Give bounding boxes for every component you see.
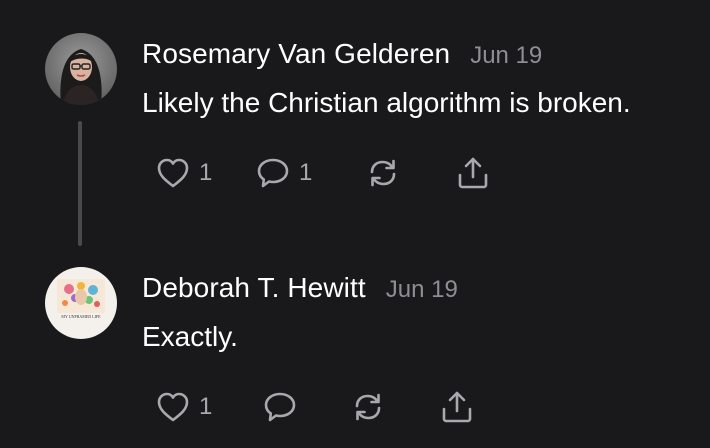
restack-button[interactable] (350, 388, 386, 426)
comment-date[interactable]: Jun 19 (470, 42, 542, 70)
comment-header: Rosemary Van Gelderen Jun 19 (142, 38, 542, 70)
share-button[interactable] (439, 388, 475, 426)
comment-header: Deborah T. Hewitt Jun 19 (142, 272, 458, 304)
restack-arrows-icon (370, 159, 396, 187)
like-count: 1 (199, 393, 213, 420)
share-upload-icon (458, 157, 488, 189)
user-photo-avatar-icon (45, 33, 117, 105)
comment-bubble-icon (264, 392, 296, 422)
heart-icon (157, 392, 189, 422)
comment-thread: Rosemary Van Gelderen Jun 19 Likely the … (0, 0, 710, 448)
like-button[interactable]: 1 (155, 154, 212, 192)
comment-body: Exactly. (142, 321, 238, 352)
thread-connector (78, 121, 82, 246)
like-button[interactable]: 1 (155, 388, 212, 426)
book-cover-avatar-icon: MY UNFRAMED LIFE (45, 267, 117, 339)
heart-icon (157, 158, 189, 188)
share-button[interactable] (455, 154, 491, 192)
reply-count: 1 (299, 159, 313, 186)
like-count: 1 (199, 159, 213, 186)
author-name[interactable]: Rosemary Van Gelderen (142, 38, 450, 70)
comment-bubble-icon (257, 158, 289, 188)
author-name[interactable]: Deborah T. Hewitt (142, 272, 366, 304)
restack-button[interactable] (365, 154, 401, 192)
avatar-caption: MY UNFRAMED LIFE (61, 314, 101, 319)
comment-body: Likely the Christian algorithm is broken… (142, 87, 631, 118)
avatar[interactable] (45, 33, 117, 105)
share-upload-icon (442, 391, 472, 423)
comment-date[interactable]: Jun 19 (386, 276, 458, 304)
restack-arrows-icon (355, 393, 381, 421)
reply-button[interactable]: 1 (255, 154, 312, 192)
reply-button[interactable] (262, 388, 298, 426)
avatar[interactable]: MY UNFRAMED LIFE (45, 267, 117, 339)
